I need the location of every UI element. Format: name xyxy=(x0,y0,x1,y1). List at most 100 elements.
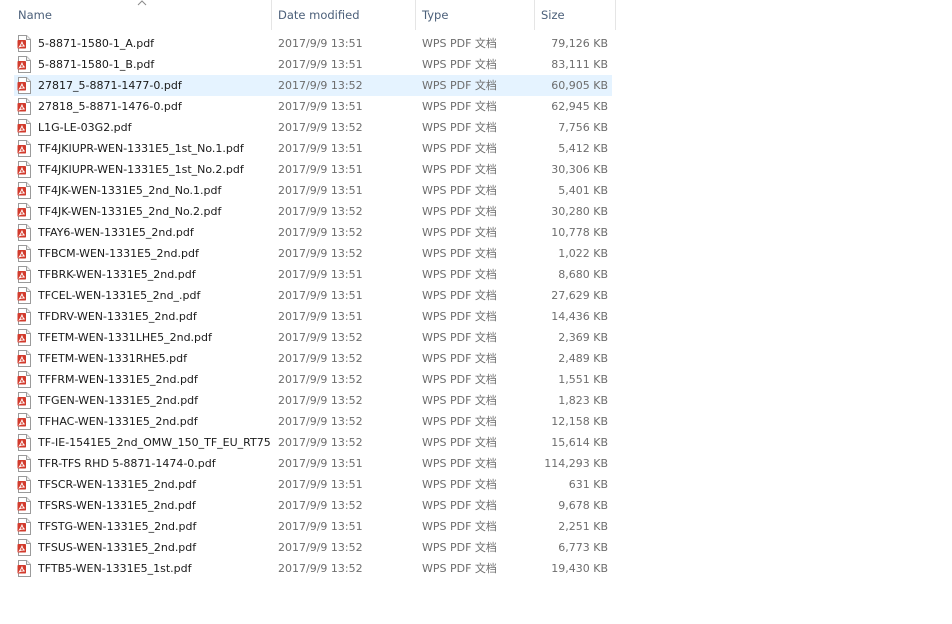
pdf-file-icon xyxy=(17,161,31,178)
file-name: TFETM-WEN-1331RHE5.pdf xyxy=(38,352,187,365)
file-type: WPS PDF 文档 xyxy=(422,331,497,344)
file-date-modified: 2017/9/9 13:52 xyxy=(278,415,363,428)
pdf-file-icon xyxy=(17,140,31,157)
file-name: TFCEL-WEN-1331E5_2nd_.pdf xyxy=(38,289,201,302)
file-type: WPS PDF 文档 xyxy=(422,436,497,449)
file-row[interactable]: TFSUS-WEN-1331E5_2nd.pdf 2017/9/9 13:52 WP… xyxy=(14,537,612,558)
pdf-file-icon xyxy=(17,266,31,283)
pdf-file-icon xyxy=(17,434,31,451)
file-row[interactable]: TF-IE-1541E5_2nd_OMW_150_TF_EU_RT75... 20… xyxy=(14,432,612,453)
file-row[interactable]: 5-8871-1580-1_B.pdf 2017/9/9 13:51 WPS PDF… xyxy=(14,54,612,75)
file-date-modified: 2017/9/9 13:51 xyxy=(278,37,363,50)
file-type: WPS PDF 文档 xyxy=(422,163,497,176)
pdf-file-icon xyxy=(17,224,31,241)
file-type: WPS PDF 文档 xyxy=(422,310,497,323)
file-type: WPS PDF 文档 xyxy=(422,562,497,575)
file-row[interactable]: TF4JKIUPR-WEN-1331E5_1st_No.2.pdf 2017/9/… xyxy=(14,159,612,180)
pdf-file-icon xyxy=(17,560,31,577)
file-date-modified: 2017/9/9 13:52 xyxy=(278,226,363,239)
column-header-row: Name Date modified Type Size xyxy=(0,0,616,30)
file-size: 5,412 KB xyxy=(558,142,608,155)
file-date-modified: 2017/9/9 13:52 xyxy=(278,499,363,512)
file-row[interactable]: TFSCR-WEN-1331E5_2nd.pdf 2017/9/9 13:51 WP… xyxy=(14,474,612,495)
file-row[interactable]: TFETM-WEN-1331LHE5_2nd.pdf 2017/9/9 13:52… xyxy=(14,327,612,348)
file-row[interactable]: TFSTG-WEN-1331E5_2nd.pdf 2017/9/9 13:51 WP… xyxy=(14,516,612,537)
file-type: WPS PDF 文档 xyxy=(422,247,497,260)
file-name: 5-8871-1580-1_B.pdf xyxy=(38,58,155,71)
file-row[interactable]: TFBCM-WEN-1331E5_2nd.pdf 2017/9/9 13:52 WP… xyxy=(14,243,612,264)
column-header-type[interactable]: Type xyxy=(416,0,534,30)
pdf-file-icon xyxy=(17,203,31,220)
file-type: WPS PDF 文档 xyxy=(422,37,497,50)
file-date-modified: 2017/9/9 13:52 xyxy=(278,79,363,92)
file-date-modified: 2017/9/9 13:52 xyxy=(278,205,363,218)
file-type: WPS PDF 文档 xyxy=(422,142,497,155)
file-type: WPS PDF 文档 xyxy=(422,100,497,113)
file-row[interactable]: TFGEN-WEN-1331E5_2nd.pdf 2017/9/9 13:52 WP… xyxy=(14,390,612,411)
file-row[interactable]: TFDRV-WEN-1331E5_2nd.pdf 2017/9/9 13:51 WP… xyxy=(14,306,612,327)
file-name: TFHAC-WEN-1331E5_2nd.pdf xyxy=(38,415,198,428)
file-name: TFTB5-WEN-1331E5_1st.pdf xyxy=(38,562,192,575)
file-date-modified: 2017/9/9 13:51 xyxy=(278,289,363,302)
pdf-file-icon xyxy=(17,35,31,52)
file-date-modified: 2017/9/9 13:51 xyxy=(278,310,363,323)
file-name: TFGEN-WEN-1331E5_2nd.pdf xyxy=(38,394,199,407)
file-row[interactable]: TFAY6-WEN-1331E5_2nd.pdf 2017/9/9 13:52 WP… xyxy=(14,222,612,243)
file-name: TFSUS-WEN-1331E5_2nd.pdf xyxy=(38,541,197,554)
file-date-modified: 2017/9/9 13:51 xyxy=(278,100,363,113)
column-header-date[interactable]: Date modified xyxy=(272,0,415,30)
file-name: 5-8871-1580-1_A.pdf xyxy=(38,37,155,50)
file-name: TFR-TFS RHD 5-8871-1474-0.pdf xyxy=(38,457,216,470)
file-name: TFDRV-WEN-1331E5_2nd.pdf xyxy=(38,310,197,323)
file-size: 12,158 KB xyxy=(551,415,608,428)
file-row[interactable]: TF4JK-WEN-1331E5_2nd_No.2.pdf 2017/9/9 13… xyxy=(14,201,612,222)
file-date-modified: 2017/9/9 13:52 xyxy=(278,247,363,260)
file-row[interactable]: TFTB5-WEN-1331E5_1st.pdf 2017/9/9 13:52 WP… xyxy=(14,558,612,579)
file-name: TF-IE-1541E5_2nd_OMW_150_TF_EU_RT75... xyxy=(38,436,270,449)
column-header-size-label: Size xyxy=(541,8,565,22)
pdf-file-icon xyxy=(17,350,31,367)
file-type: WPS PDF 文档 xyxy=(422,478,497,491)
file-date-modified: 2017/9/9 13:52 xyxy=(278,394,363,407)
column-header-name[interactable]: Name xyxy=(12,0,270,30)
file-row[interactable]: TFFRM-WEN-1331E5_2nd.pdf 2017/9/9 13:52 WP… xyxy=(14,369,612,390)
file-row[interactable]: TFSRS-WEN-1331E5_2nd.pdf 2017/9/9 13:52 WP… xyxy=(14,495,612,516)
file-type: WPS PDF 文档 xyxy=(422,499,497,512)
file-row[interactable]: TFCEL-WEN-1331E5_2nd_.pdf 2017/9/9 13:51 W… xyxy=(14,285,612,306)
file-name: 27817_5-8871-1477-0.pdf xyxy=(38,79,182,92)
file-size: 631 KB xyxy=(568,478,608,491)
file-size: 6,773 KB xyxy=(558,541,608,554)
file-date-modified: 2017/9/9 13:51 xyxy=(278,457,363,470)
file-row[interactable]: 5-8871-1580-1_A.pdf 2017/9/9 13:51 WPS PDF… xyxy=(14,33,612,54)
pdf-file-icon xyxy=(17,119,31,136)
file-type: WPS PDF 文档 xyxy=(422,289,497,302)
pdf-file-icon xyxy=(17,539,31,556)
file-type: WPS PDF 文档 xyxy=(422,205,497,218)
file-row[interactable]: TFETM-WEN-1331RHE5.pdf 2017/9/9 13:52 WPS … xyxy=(14,348,612,369)
file-row[interactable]: L1G-LE-03G2.pdf 2017/9/9 13:52 WPS PDF 文档 7… xyxy=(14,117,612,138)
file-type: WPS PDF 文档 xyxy=(422,541,497,554)
file-name: TFSRS-WEN-1331E5_2nd.pdf xyxy=(38,499,196,512)
file-row[interactable]: TFHAC-WEN-1331E5_2nd.pdf 2017/9/9 13:52 WP… xyxy=(14,411,612,432)
file-row[interactable]: 27817_5-8871-1477-0.pdf 2017/9/9 13:52 WPS… xyxy=(14,75,612,96)
file-type: WPS PDF 文档 xyxy=(422,184,497,197)
pdf-file-icon xyxy=(17,287,31,304)
file-row[interactable]: TFBRK-WEN-1331E5_2nd.pdf 2017/9/9 13:51 WP… xyxy=(14,264,612,285)
file-row[interactable]: TFR-TFS RHD 5-8871-1474-0.pdf 2017/9/9 13… xyxy=(14,453,612,474)
file-date-modified: 2017/9/9 13:52 xyxy=(278,373,363,386)
column-divider[interactable] xyxy=(615,0,616,30)
file-date-modified: 2017/9/9 13:52 xyxy=(278,436,363,449)
column-header-date-label: Date modified xyxy=(278,8,360,22)
pdf-file-icon xyxy=(17,392,31,409)
file-size: 1,823 KB xyxy=(558,394,608,407)
file-name: TF4JK-WEN-1331E5_2nd_No.2.pdf xyxy=(38,205,222,218)
pdf-file-icon xyxy=(17,329,31,346)
column-header-size[interactable]: Size xyxy=(535,0,615,30)
file-name: TF4JK-WEN-1331E5_2nd_No.1.pdf xyxy=(38,184,222,197)
file-type: WPS PDF 文档 xyxy=(422,394,497,407)
file-size: 10,778 KB xyxy=(551,226,608,239)
file-row[interactable]: TF4JKIUPR-WEN-1331E5_1st_No.1.pdf 2017/9/… xyxy=(14,138,612,159)
file-name: TFSCR-WEN-1331E5_2nd.pdf xyxy=(38,478,196,491)
file-row[interactable]: 27818_5-8871-1476-0.pdf 2017/9/9 13:51 WPS… xyxy=(14,96,612,117)
file-row[interactable]: TF4JK-WEN-1331E5_2nd_No.1.pdf 2017/9/9 13… xyxy=(14,180,612,201)
